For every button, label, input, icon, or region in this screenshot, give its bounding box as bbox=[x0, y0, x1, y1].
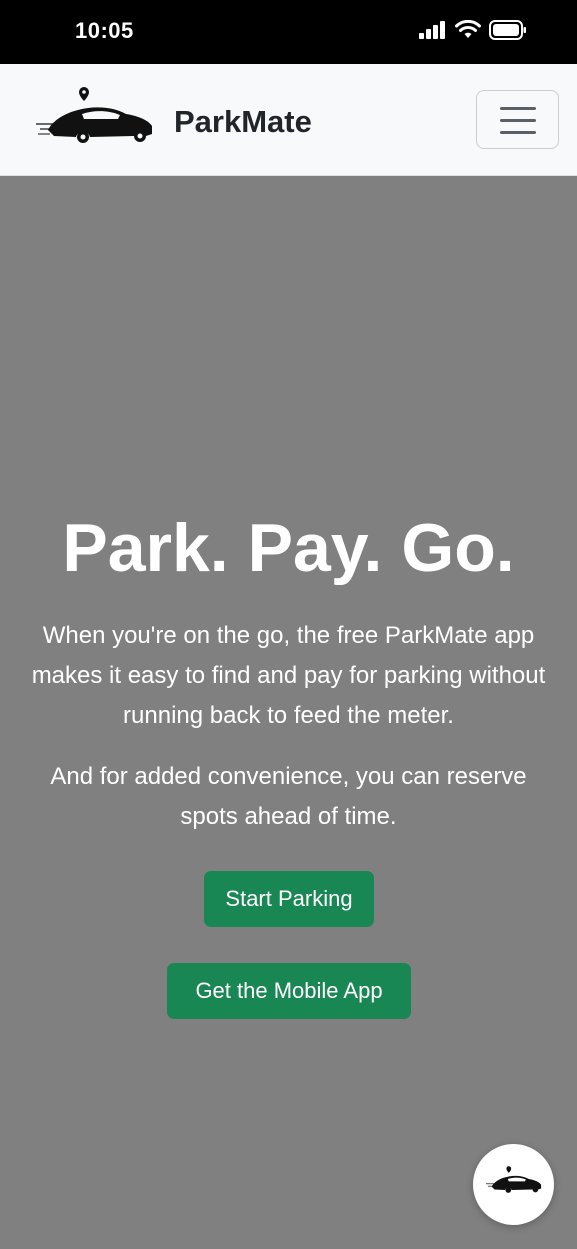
navbar: ParkMate bbox=[0, 64, 577, 176]
hero-lead-line: When you're on the go, the free ParkMate… bbox=[42, 622, 535, 649]
battery-icon bbox=[489, 20, 526, 40]
hero-lead-text: When you're on the go, the free ParkMate… bbox=[0, 616, 577, 736]
status-bar: 10:05 bbox=[0, 0, 577, 64]
hamburger-menu-icon bbox=[500, 107, 536, 110]
hero-sub-line: spots ahead of time. bbox=[180, 803, 397, 830]
wifi-icon bbox=[455, 20, 481, 38]
hero-title: Park. Pay. Go. bbox=[62, 510, 515, 586]
menu-toggle-button[interactable] bbox=[476, 90, 559, 149]
hero-sub-text: And for added convenience, you can reser… bbox=[20, 757, 557, 837]
status-time: 10:05 bbox=[75, 18, 134, 43]
floating-action-button[interactable] bbox=[473, 1144, 554, 1225]
hero-section: Park. Pay. Go. When you're on the go, th… bbox=[0, 176, 577, 1249]
hero-lead-line: makes it easy to find and pay for parkin… bbox=[31, 662, 546, 689]
car-logo-icon[interactable] bbox=[34, 84, 156, 148]
hero-lead-line: running back to feed the meter. bbox=[123, 702, 454, 729]
hero-sub-line: And for added convenience, you can reser… bbox=[50, 763, 527, 790]
car-logo-icon bbox=[485, 1166, 542, 1193]
get-mobile-app-button[interactable]: Get the Mobile App bbox=[167, 963, 411, 1019]
brand-name[interactable]: ParkMate bbox=[174, 104, 312, 140]
start-parking-button[interactable]: Start Parking bbox=[204, 871, 374, 927]
status-icons bbox=[419, 20, 527, 40]
signal-icon bbox=[419, 21, 445, 39]
